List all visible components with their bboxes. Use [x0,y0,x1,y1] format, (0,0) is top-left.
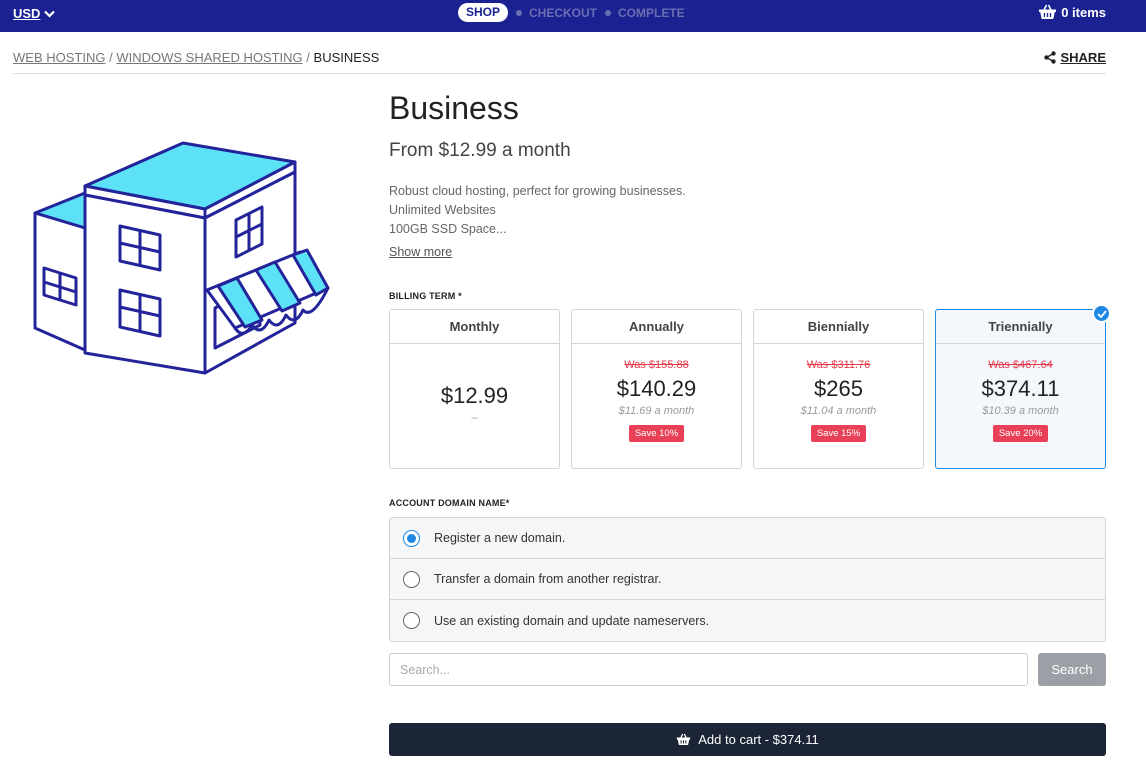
chevron-down-icon [44,10,56,18]
currency-selector[interactable]: USD [13,6,56,21]
show-more-link[interactable]: Show more [389,245,452,259]
term-dash: – [471,412,478,424]
basket-icon [677,733,691,746]
header-divider [13,73,1106,74]
cart-count: 0 items [1061,4,1106,20]
step-dot [516,9,523,16]
description-line: Unlimited Websites [389,203,496,217]
term-monthly-price: $11.69 a month [618,405,695,417]
step-complete-label: COMPLETE [618,5,685,20]
checkout-steps: SHOP CHECKOUT COMPLETE [458,3,685,22]
domain-option-register[interactable]: Register a new domain. [390,518,1105,559]
breadcrumb-separator: / [109,50,113,65]
building-illustration-icon [33,141,330,375]
domain-search-row: Search [389,653,1106,686]
from-price: From $12.99 a month [389,140,571,161]
share-button[interactable]: SHARE [1044,50,1106,65]
term-name: Annually [572,310,741,344]
step-shop[interactable]: SHOP [458,3,509,22]
description-line: 100GB SSD Space... [389,222,507,236]
product-panel: Business From $12.99 a month Robust clou… [389,90,1111,756]
domain-options: Register a new domain. Transfer a domain… [389,517,1106,642]
term-name: Biennially [754,310,923,344]
add-to-cart-label: Add to cart - $374.11 [698,732,819,747]
description-line: Robust cloud hosting, perfect for growin… [389,184,686,198]
breadcrumb: WEB HOSTING / WINDOWS SHARED HOSTING / B… [13,50,379,65]
breadcrumb-current: BUSINESS [313,50,380,65]
save-badge: Save 15% [810,425,867,442]
billing-terms: Monthly $12.99 – Annually Was $155.88 $1… [389,304,1111,469]
radio-button[interactable] [403,612,420,629]
domain-option-existing[interactable]: Use an existing domain and update namese… [390,600,1105,641]
step-dot [605,9,612,16]
step-checkout-label: CHECKOUT [529,5,598,20]
term-name: Triennially [936,310,1105,344]
step-checkout: CHECKOUT [508,6,597,20]
add-to-cart-button[interactable]: Add to cart - $374.11 [389,723,1106,756]
term-was-price: Was $467.64 [988,359,1053,371]
domain-option-label: Transfer a domain from another registrar… [434,572,662,586]
basket-icon [1039,4,1057,19]
radio-button[interactable] [403,529,420,547]
save-badge: Save 20% [992,425,1049,442]
billing-term-label: BILLING TERM * [389,291,462,301]
currency-label: USD [13,6,41,21]
domain-option-transfer[interactable]: Transfer a domain from another registrar… [390,559,1105,600]
term-was-price: Was $311.76 [806,359,871,371]
term-was-price: Was $155.88 [624,359,689,371]
cart-link[interactable]: 0 items [1038,4,1106,20]
term-monthly-price: $11.04 a month [800,405,877,417]
domain-option-label: Use an existing domain and update namese… [434,613,710,628]
domain-label: ACCOUNT DOMAIN NAME* [389,498,510,508]
breadcrumb-windows-shared-hosting[interactable]: WINDOWS SHARED HOSTING [116,50,302,65]
step-complete: COMPLETE [597,6,685,20]
product-description: Robust cloud hosting, perfect for growin… [389,182,1106,239]
breadcrumb-web-hosting[interactable]: WEB HOSTING [13,50,105,65]
term-triennially[interactable]: Triennially Was $467.64 $374.11 $10.39 a… [935,304,1111,469]
term-monthly-price: $10.39 a month [982,405,1059,417]
save-badge: Save 10% [628,425,685,442]
check-icon [1092,304,1111,323]
term-price: $374.11 [981,376,1060,401]
term-monthly[interactable]: Monthly $12.99 – [389,309,560,469]
term-price: $265 [814,376,863,401]
radio-button[interactable] [403,570,420,588]
term-name: Monthly [390,310,559,344]
share-label: SHARE [1060,50,1106,65]
top-bar: USD SHOP CHECKOUT COMPLETE 0 items [0,0,1146,32]
page-title: Business [389,90,519,126]
search-button[interactable]: Search [1038,653,1106,686]
breadcrumb-separator: / [306,50,310,65]
domain-search-input[interactable] [389,653,1028,686]
term-annually[interactable]: Annually Was $155.88 $140.29 $11.69 a mo… [571,309,742,469]
share-icon [1044,51,1057,64]
term-price: $140.29 [616,376,697,401]
term-biennially[interactable]: Biennially Was $311.76 $265 $11.04 a mon… [753,309,924,469]
term-price: $12.99 [440,383,509,408]
domain-option-label: Register a new domain. [434,531,566,545]
